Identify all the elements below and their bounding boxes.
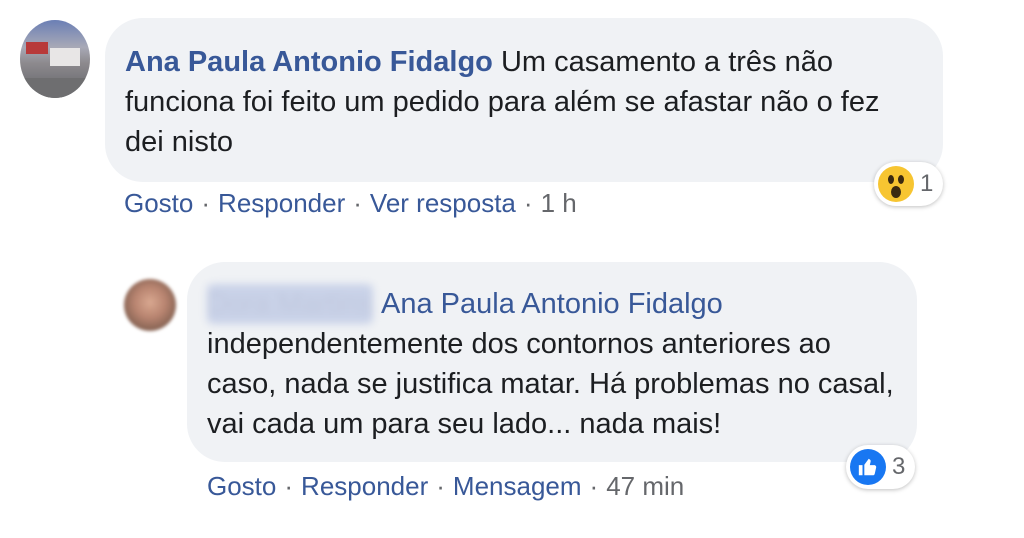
- wow-icon: [878, 166, 914, 202]
- reply-actions: Gosto · Responder · Mensagem · 47 min: [207, 471, 684, 502]
- comment-reaction-summary[interactable]: 1: [874, 162, 944, 206]
- message-button[interactable]: Mensagem: [453, 471, 582, 502]
- comment-text: Ana Paula Antonio Fidalgo Um casamento a…: [125, 42, 915, 162]
- separator: ·: [436, 471, 445, 501]
- commenter-avatar[interactable]: [20, 20, 90, 98]
- separator: ·: [523, 188, 533, 218]
- view-reply-link[interactable]: Ver resposta: [370, 188, 516, 219]
- avatar-photo-detail: [26, 42, 48, 54]
- separator: ·: [284, 471, 294, 501]
- like-button[interactable]: Gosto: [124, 188, 193, 219]
- reply-button[interactable]: Responder: [218, 188, 345, 219]
- avatar-photo-detail: [50, 48, 80, 66]
- reaction-count: 3: [892, 453, 906, 480]
- reply-bubble: Dora Martins Ana Paula Antonio Fidalgo in…: [187, 262, 917, 462]
- reply-author-link[interactable]: Dora Martins: [207, 284, 373, 324]
- avatar-photo-detail: [20, 78, 90, 98]
- reply-text: Dora Martins Ana Paula Antonio Fidalgo in…: [207, 284, 897, 444]
- reply-timestamp[interactable]: 47 min: [606, 471, 684, 502]
- reply-body: independentemente dos contornos anterior…: [207, 328, 894, 440]
- like-button[interactable]: Gosto: [207, 471, 276, 502]
- separator: ·: [589, 471, 599, 501]
- mention-link[interactable]: Ana Paula Antonio Fidalgo: [381, 288, 723, 320]
- comment-actions: Gosto · Responder · Ver resposta · 1 h: [124, 188, 577, 219]
- separator: ·: [353, 188, 362, 218]
- like-icon: [850, 449, 886, 485]
- comment-bubble: Ana Paula Antonio Fidalgo Um casamento a…: [105, 18, 943, 182]
- reaction-count: 1: [920, 170, 934, 197]
- replier-avatar[interactable]: [124, 279, 176, 331]
- separator: ·: [201, 188, 211, 218]
- comment-timestamp[interactable]: 1 h: [541, 188, 577, 219]
- reply-button[interactable]: Responder: [301, 471, 428, 502]
- comment-author-link[interactable]: Ana Paula Antonio Fidalgo: [125, 46, 493, 78]
- reply-reaction-summary[interactable]: 3: [846, 445, 916, 489]
